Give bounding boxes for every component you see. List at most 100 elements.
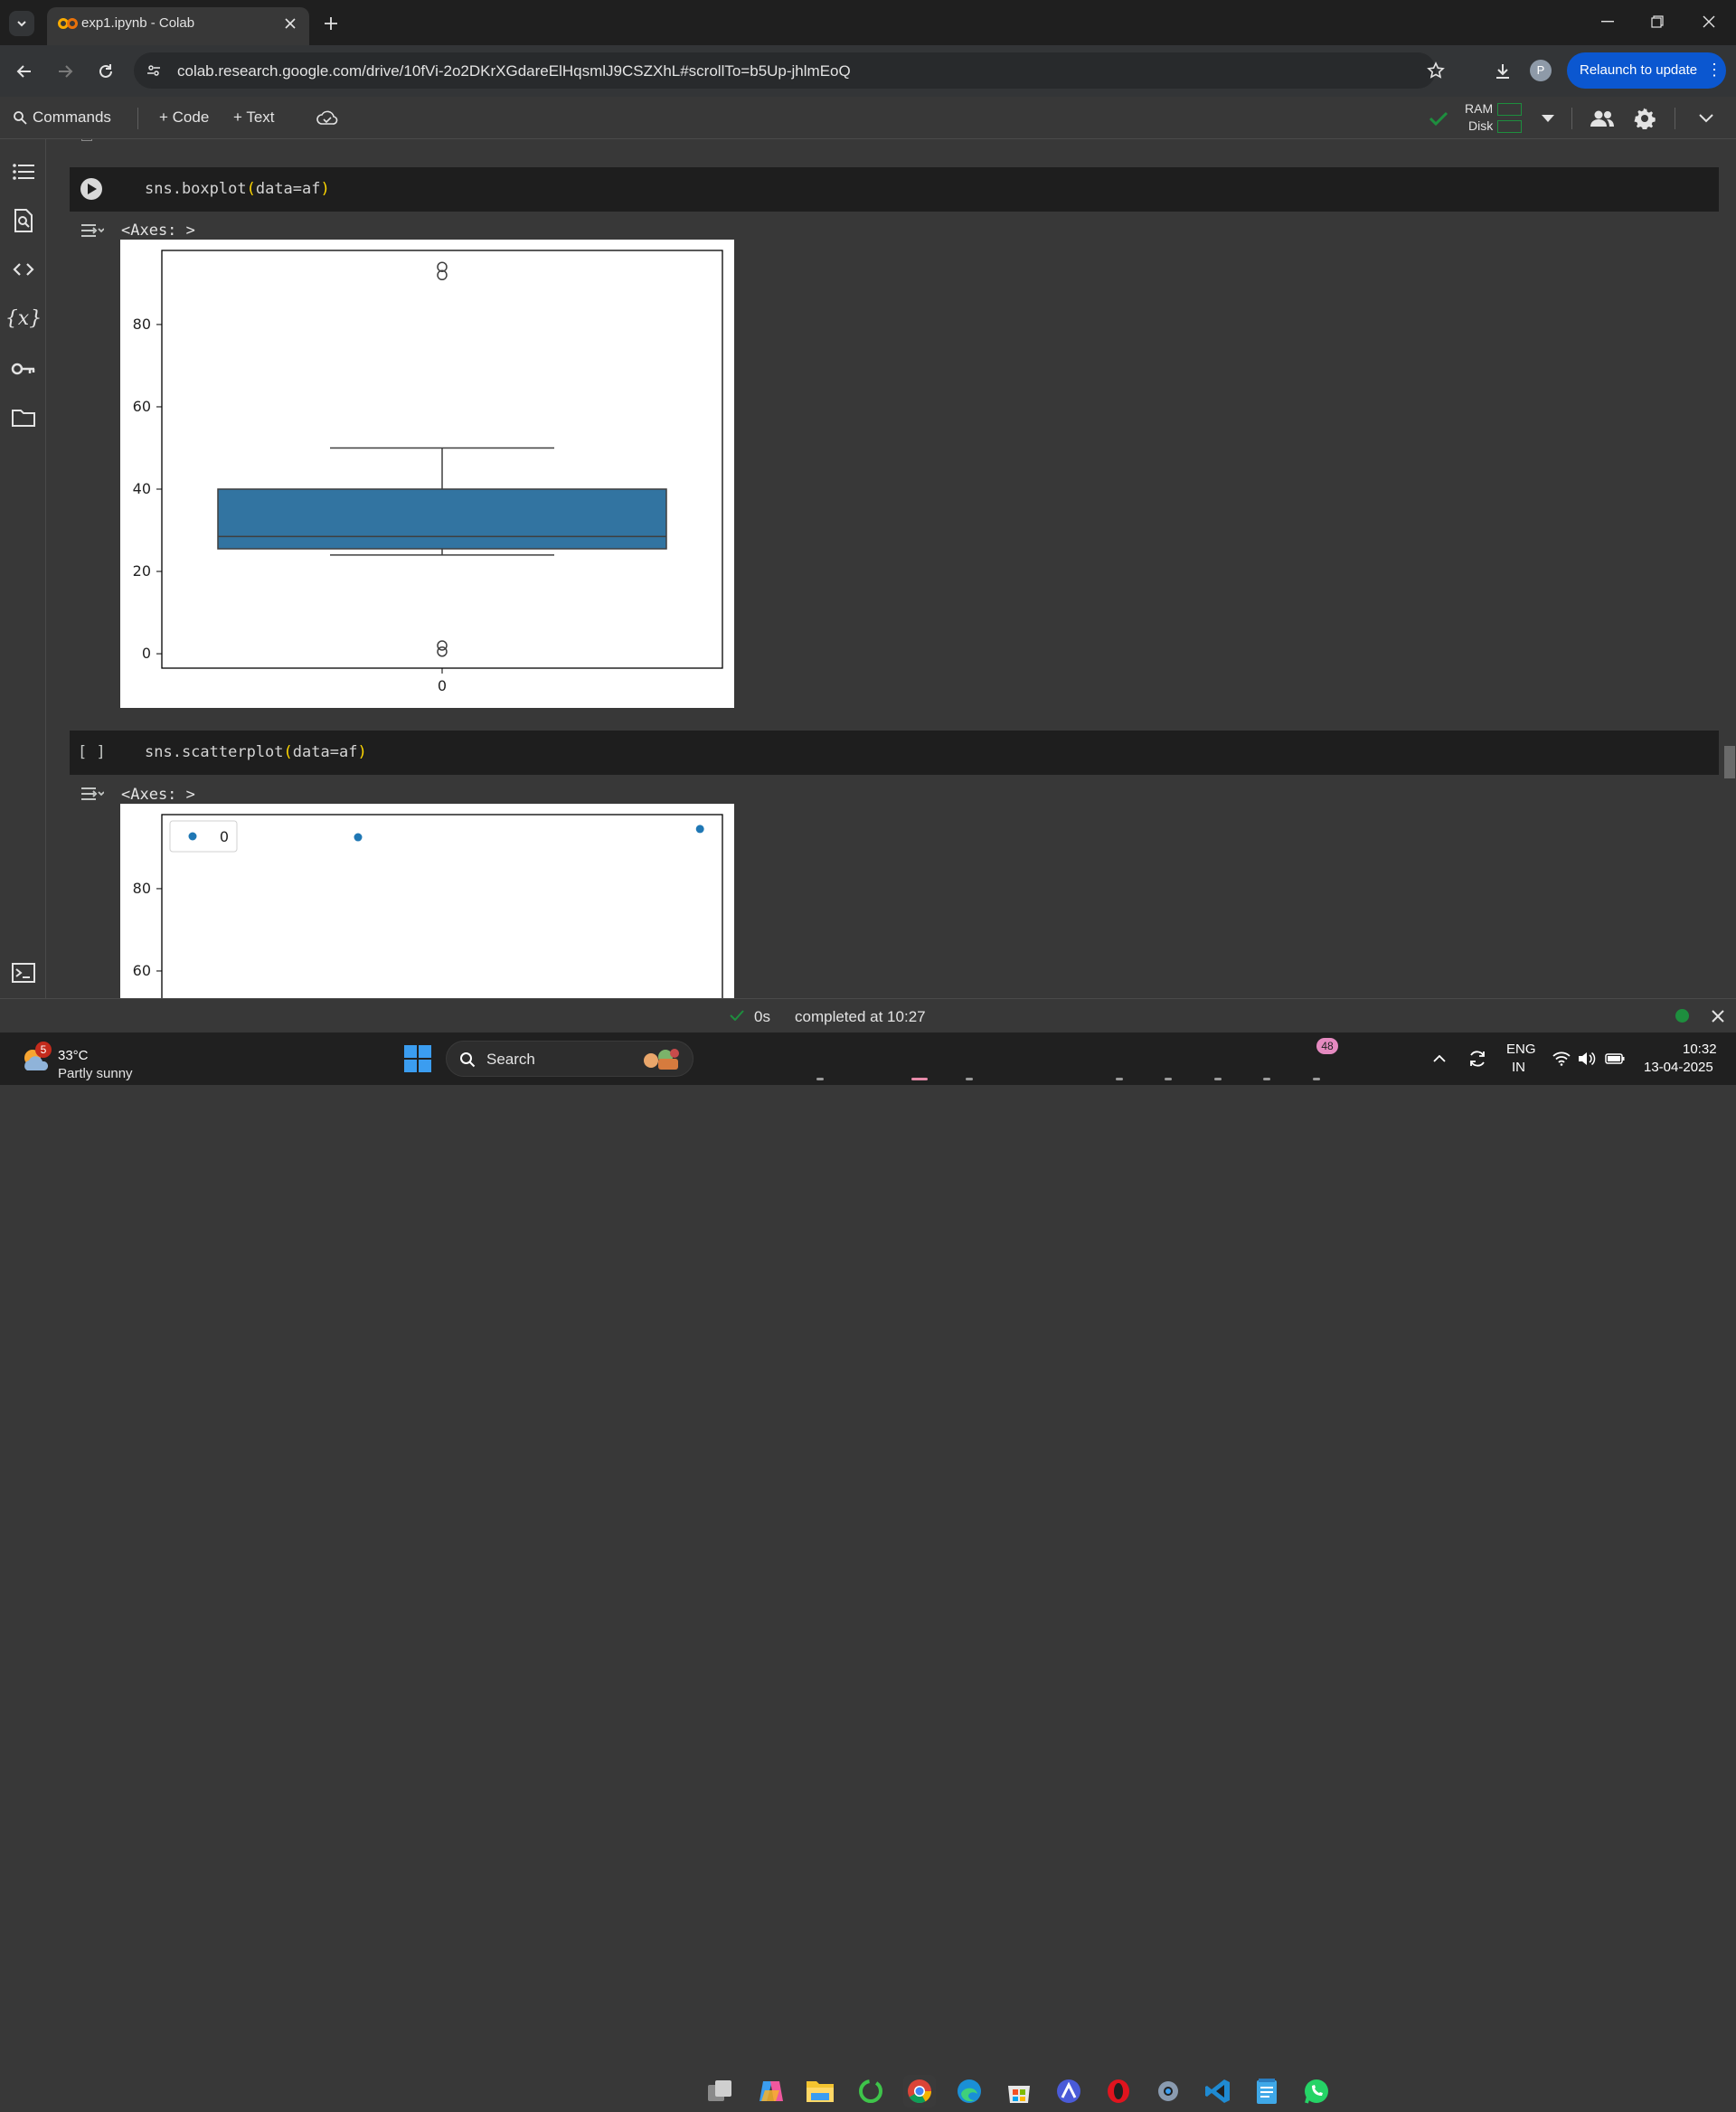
y-tick-label: 20 [133, 562, 151, 580]
back-icon[interactable] [11, 58, 38, 85]
scatterplot-svg: 60 80 0 [133, 814, 723, 998]
more-menu-icon[interactable]: ⋮ [1706, 60, 1722, 80]
scrollbar-thumb[interactable] [1724, 746, 1735, 778]
table-of-contents-icon[interactable] [9, 157, 38, 186]
browser-tab[interactable]: exp1.ipynb - Colab [47, 7, 309, 45]
secrets-key-icon[interactable] [9, 354, 38, 383]
iqr-box [217, 488, 667, 550]
cell-execution-prompt[interactable]: [ ] [78, 743, 106, 761]
running-indicator [966, 1078, 973, 1080]
site-info-icon[interactable] [145, 61, 163, 80]
y-tick-label: 60 [133, 398, 151, 415]
colab-logo-icon [58, 17, 78, 30]
copilot-icon[interactable] [755, 2075, 788, 2107]
task-view-icon[interactable] [704, 2075, 737, 2107]
whatsapp-icon[interactable] [1300, 2075, 1333, 2107]
code-paren-open: ( [246, 180, 256, 198]
add-code-button[interactable]: + Code [159, 108, 209, 127]
sync-icon[interactable] [1465, 1046, 1490, 1071]
settings-gear-icon[interactable] [1631, 106, 1658, 131]
language-code[interactable]: ENG [1506, 1042, 1536, 1057]
files-folder-icon[interactable] [9, 403, 38, 432]
clock-date[interactable]: 13-04-2025 [1644, 1060, 1713, 1075]
running-indicator [1116, 1078, 1123, 1080]
battery-icon[interactable] [1602, 1047, 1628, 1070]
window-close-icon[interactable] [1693, 9, 1725, 34]
toolbar-divider [1571, 108, 1572, 129]
volume-icon[interactable] [1575, 1047, 1599, 1070]
minimize-icon[interactable] [1591, 9, 1624, 34]
notepad-icon[interactable] [1250, 2075, 1283, 2107]
ram-label: RAM [1465, 101, 1494, 116]
share-people-icon[interactable] [1588, 106, 1617, 131]
show-hidden-icons-icon[interactable] [1429, 1048, 1450, 1070]
left-sidebar: {x} [0, 139, 46, 998]
code-cell-scatterplot[interactable]: [ ] sns.scatterplot(data=af) [70, 731, 1719, 775]
variables-icon[interactable]: {x} [5, 304, 42, 333]
browser-tab-bar: exp1.ipynb - Colab [0, 0, 1736, 45]
code-paren-close: ) [320, 180, 330, 198]
taskbar-search[interactable]: Search [446, 1041, 693, 1077]
x-tick-label: 0 [438, 677, 447, 694]
restore-icon[interactable] [1641, 9, 1674, 34]
output-actions-icon[interactable] [79, 221, 106, 240]
reload-icon[interactable] [92, 58, 119, 85]
download-icon[interactable] [1489, 58, 1516, 85]
connection-status-dot [1675, 1009, 1689, 1023]
vscode-icon[interactable] [1202, 2075, 1234, 2107]
cell-output-text: <Axes: > [121, 222, 195, 240]
url-text[interactable]: colab.research.google.com/drive/10fVi-2o… [177, 62, 851, 80]
arc-app-icon[interactable] [1052, 2075, 1085, 2107]
ram-meter [1497, 103, 1522, 116]
edge-icon[interactable] [953, 2075, 986, 2107]
weather-widget[interactable]: 5 33°C Partly sunny [18, 1040, 145, 1081]
legend-label: 0 [220, 828, 229, 845]
code-snippets-icon[interactable] [9, 255, 38, 284]
omnibox[interactable]: colab.research.google.com/drive/10fVi-2o… [134, 52, 1445, 89]
running-indicator [1263, 1078, 1270, 1080]
connected-check-icon [1427, 107, 1450, 130]
new-tab-icon[interactable] [318, 11, 344, 36]
commands-button[interactable]: Commands [13, 106, 111, 129]
run-cell-button[interactable] [80, 178, 102, 200]
settings-app-icon[interactable] [1152, 2075, 1184, 2107]
profile-avatar[interactable]: P [1530, 60, 1552, 81]
terminal-icon[interactable] [9, 960, 38, 985]
runtime-dropdown-icon[interactable] [1537, 108, 1559, 129]
find-replace-icon[interactable] [9, 206, 38, 235]
weather-desc: Partly sunny [58, 1066, 133, 1081]
search-icon [14, 111, 27, 125]
forward-icon[interactable] [52, 58, 79, 85]
status-bar: 0s completed at 10:27 [0, 998, 1736, 1032]
outlier-point [437, 646, 448, 657]
drive-cloud-icon[interactable] [315, 106, 340, 129]
boxplot-svg: 0 20 40 60 80 0 [133, 250, 723, 694]
cell-code[interactable]: sns.scatterplot(data=af) [145, 743, 367, 761]
add-text-button[interactable]: + Text [233, 108, 275, 127]
file-explorer-icon[interactable] [804, 2075, 836, 2107]
start-button[interactable] [401, 1042, 434, 1075]
clock-time[interactable]: 10:32 [1683, 1042, 1717, 1057]
microsoft-store-icon[interactable] [1003, 2075, 1035, 2107]
app-ring-icon[interactable] [854, 2075, 887, 2107]
whatsapp-badge: 48 [1316, 1038, 1338, 1054]
status-close-icon[interactable] [1709, 1007, 1727, 1025]
completed-status[interactable]: completed at 10:27 [795, 1008, 926, 1026]
collapse-header-icon[interactable] [1694, 108, 1718, 129]
weather-temp: 33°C [58, 1048, 89, 1063]
opera-icon[interactable] [1102, 2075, 1135, 2107]
wifi-icon[interactable] [1550, 1047, 1573, 1070]
tab-close-icon[interactable] [280, 14, 300, 33]
language-region[interactable]: IN [1512, 1060, 1525, 1075]
code-argument: data=af [292, 743, 358, 761]
tab-search-dropdown-icon[interactable] [9, 11, 34, 36]
chrome-icon[interactable] [903, 2075, 936, 2107]
code-cell-boxplot[interactable]: sns.boxplot(data=af) [70, 167, 1719, 212]
cell-code[interactable]: sns.boxplot(data=af) [145, 180, 330, 198]
bookmark-star-icon[interactable] [1425, 60, 1447, 81]
relaunch-button[interactable]: Relaunch to update ⋮ [1567, 52, 1726, 89]
output-actions-icon[interactable] [79, 784, 106, 804]
scrollbar-track[interactable] [1724, 139, 1735, 998]
legend-marker [188, 832, 197, 841]
code-argument: data=af [255, 180, 321, 198]
